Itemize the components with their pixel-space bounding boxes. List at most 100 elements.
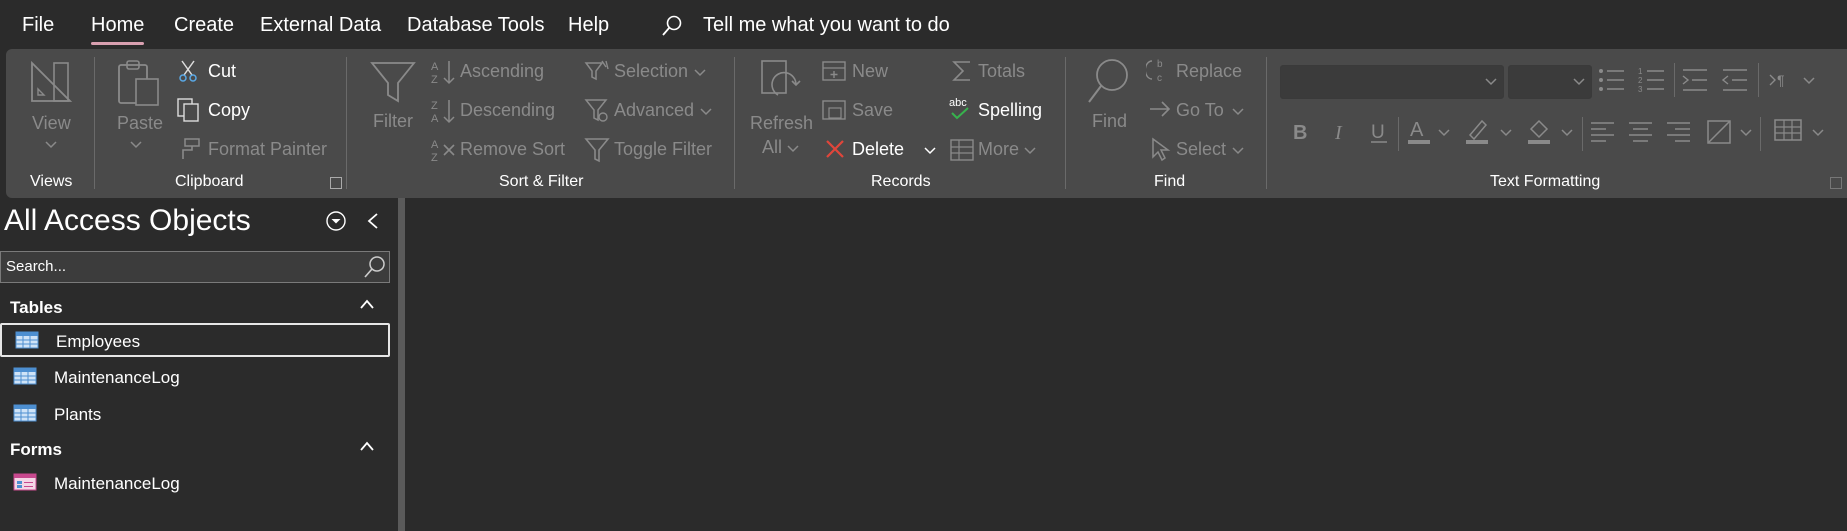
refresh-all-button[interactable]: Refresh	[750, 113, 813, 134]
form-icon	[13, 473, 37, 491]
divider	[734, 57, 735, 189]
spelling-button[interactable]: Spelling	[978, 100, 1042, 121]
align-left-icon[interactable]	[1590, 121, 1616, 143]
selection-filter-icon	[584, 60, 609, 81]
bullet-list-icon[interactable]	[1598, 67, 1626, 93]
descending-button[interactable]: Descending	[460, 100, 555, 121]
svg-text:3: 3	[1638, 85, 1643, 93]
text-formatting-launcher-icon[interactable]	[1830, 177, 1842, 189]
delete-button[interactable]: Delete	[852, 139, 904, 160]
numbered-list-icon[interactable]: 123	[1638, 67, 1666, 93]
nav-menu-dropdown-icon[interactable]	[325, 210, 347, 232]
chevron-down-icon	[1803, 77, 1815, 85]
nav-item-maintenancelog-form[interactable]: MaintenanceLog	[0, 467, 390, 501]
spelling-icon: abc	[949, 97, 969, 120]
font-size-dropdown[interactable]	[1508, 65, 1592, 99]
chevron-down-icon	[700, 108, 712, 116]
toggle-filter-button[interactable]: Toggle Filter	[614, 139, 712, 160]
save-record-icon	[822, 100, 846, 120]
more-button[interactable]: More	[978, 139, 1019, 160]
collapse-pane-icon[interactable]	[366, 212, 380, 230]
paragraph-direction-icon[interactable]: ¶	[1768, 67, 1796, 93]
find-button[interactable]: Find	[1092, 111, 1127, 132]
search-icon[interactable]	[660, 14, 684, 38]
table-icon	[13, 404, 37, 422]
align-right-icon[interactable]	[1666, 121, 1692, 143]
increase-indent-icon[interactable]	[1682, 67, 1708, 93]
nav-item-maintenancelog-table[interactable]: MaintenanceLog	[0, 361, 390, 395]
refresh-icon	[761, 60, 801, 96]
new-button[interactable]: New	[852, 61, 888, 82]
menu-home[interactable]: Home	[91, 14, 145, 45]
advanced-button[interactable]: Advanced	[614, 100, 694, 121]
svg-text:1: 1	[1638, 67, 1643, 76]
search-icon[interactable]	[363, 255, 387, 279]
divider	[1674, 63, 1675, 97]
new-record-icon	[822, 61, 846, 81]
pane-splitter[interactable]	[398, 198, 405, 531]
decrease-indent-icon[interactable]	[1722, 67, 1748, 93]
select-button[interactable]: Select	[1176, 139, 1226, 160]
cut-button[interactable]: Cut	[208, 61, 236, 82]
chevron-down-icon	[130, 141, 142, 149]
views-group-label: Views	[30, 173, 73, 190]
font-name-dropdown[interactable]	[1280, 65, 1504, 99]
nav-pane-title[interactable]: All Access Objects	[4, 204, 251, 238]
chevron-down-icon[interactable]	[924, 147, 936, 155]
chevron-up-icon[interactable]	[359, 298, 375, 310]
replace-button[interactable]: Replace	[1176, 61, 1242, 82]
chevron-down-icon	[1500, 129, 1512, 137]
nav-item-label: MaintenanceLog	[54, 368, 180, 387]
filter-button[interactable]: Filter	[373, 111, 413, 132]
clipboard-group-label: Clipboard	[175, 173, 244, 190]
tell-me-box[interactable]: Tell me what you want to do	[703, 14, 950, 37]
menu-create[interactable]: Create	[174, 14, 234, 37]
chevron-down-icon	[694, 69, 706, 77]
divider	[1758, 63, 1759, 97]
chevron-down-icon	[1485, 78, 1497, 86]
ascending-button[interactable]: Ascending	[460, 61, 544, 82]
svg-text:2: 2	[1638, 76, 1643, 85]
table-icon	[13, 367, 37, 385]
background-color-icon[interactable]	[1706, 119, 1732, 145]
go-to-button[interactable]: Go To	[1176, 100, 1224, 121]
menu-external-data[interactable]: External Data	[260, 14, 381, 37]
align-center-icon[interactable]	[1628, 121, 1654, 143]
format-painter-button[interactable]: Format Painter	[208, 139, 327, 160]
nav-category-forms[interactable]: Forms	[10, 440, 62, 460]
selection-button[interactable]: Selection	[614, 61, 688, 82]
bold-icon[interactable]: B	[1290, 119, 1312, 145]
divider	[1266, 57, 1267, 189]
font-color-icon[interactable]: A	[1406, 117, 1432, 147]
totals-button[interactable]: Totals	[978, 61, 1025, 82]
highlight-color-icon[interactable]	[1464, 117, 1492, 147]
menu-database-tools[interactable]: Database Tools	[407, 14, 545, 37]
svg-text:Z: Z	[431, 74, 438, 85]
svg-text:B: B	[1293, 122, 1307, 144]
nav-category-tables[interactable]: Tables	[10, 298, 63, 318]
menu-help[interactable]: Help	[568, 14, 609, 37]
save-button[interactable]: Save	[852, 100, 893, 121]
clipboard-launcher-icon[interactable]	[330, 177, 342, 189]
sort-ascending-icon: A Z	[431, 61, 455, 85]
chevron-up-icon[interactable]	[359, 440, 375, 452]
scissors-icon	[179, 60, 197, 82]
more-icon	[950, 139, 974, 161]
copy-button[interactable]: Copy	[208, 100, 250, 121]
table-icon	[15, 331, 39, 349]
nav-item-employees[interactable]: Employees	[0, 323, 390, 357]
menu-bar: File Home Create External Data Database …	[0, 0, 1847, 52]
nav-item-label: Employees	[56, 332, 141, 351]
menu-file[interactable]: File	[22, 14, 54, 37]
fill-color-icon[interactable]	[1526, 117, 1554, 147]
chevron-down-icon	[1232, 147, 1244, 155]
document-workspace	[405, 198, 1847, 531]
underline-icon[interactable]: U	[1368, 119, 1390, 145]
italic-icon[interactable]: I	[1330, 119, 1352, 145]
paste-button[interactable]: Paste	[117, 113, 163, 134]
view-button[interactable]: View	[32, 113, 71, 134]
remove-sort-button[interactable]: Remove Sort	[460, 139, 565, 160]
gridlines-icon[interactable]	[1774, 119, 1802, 143]
divider	[94, 57, 95, 189]
nav-item-plants[interactable]: Plants	[0, 398, 390, 432]
